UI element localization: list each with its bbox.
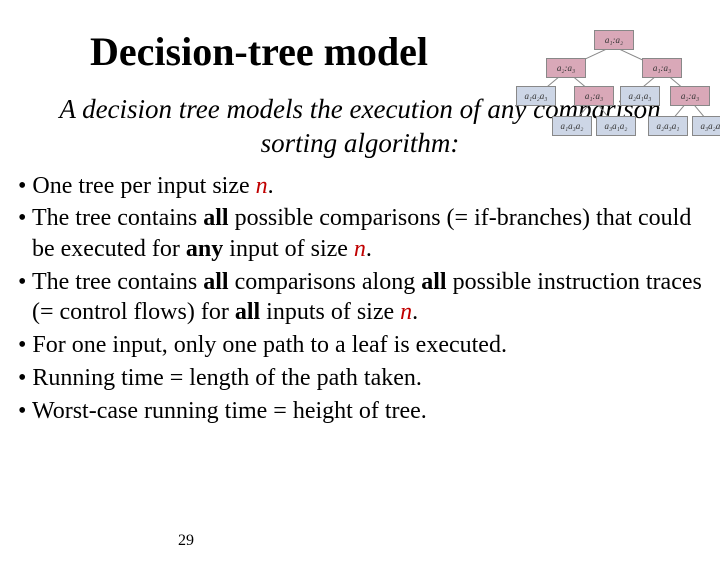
decision-tree-diagram: a₁:a₂ a₂:a₃ a₁:a₃ a₁a₂a₃ a₁:a₃ a₂a₁a₃ a₂…: [494, 30, 714, 140]
bullet-item: • The tree contains all possible compari…: [18, 203, 702, 264]
tree-node: a₂:a₃: [670, 86, 710, 106]
tree-node: a₁:a₃: [642, 58, 682, 78]
tree-leaf: a₃a₂a₁: [692, 116, 720, 136]
tree-node: a₂:a₃: [546, 58, 586, 78]
page-number: 29: [178, 532, 194, 550]
tree-leaf: a₃a₁a₂: [596, 116, 636, 136]
bullet-item: • For one input, only one path to a leaf…: [18, 330, 702, 361]
bullet-item: • The tree contains all comparisons alon…: [18, 267, 702, 328]
bullet-item: • One tree per input size n.: [18, 171, 702, 202]
tree-node: a₁:a₃: [574, 86, 614, 106]
tree-node-root: a₁:a₂: [594, 30, 634, 50]
bullet-list: • One tree per input size n. • The tree …: [18, 171, 702, 427]
tree-leaf: a₁a₃a₂: [552, 116, 592, 136]
tree-leaf: a₁a₂a₃: [516, 86, 556, 106]
tree-leaf: a₂a₃a₁: [648, 116, 688, 136]
tree-leaf: a₂a₁a₃: [620, 86, 660, 106]
bullet-item: • Running time = length of the path take…: [18, 363, 702, 394]
bullet-item: • Worst-case running time = height of tr…: [18, 396, 702, 427]
